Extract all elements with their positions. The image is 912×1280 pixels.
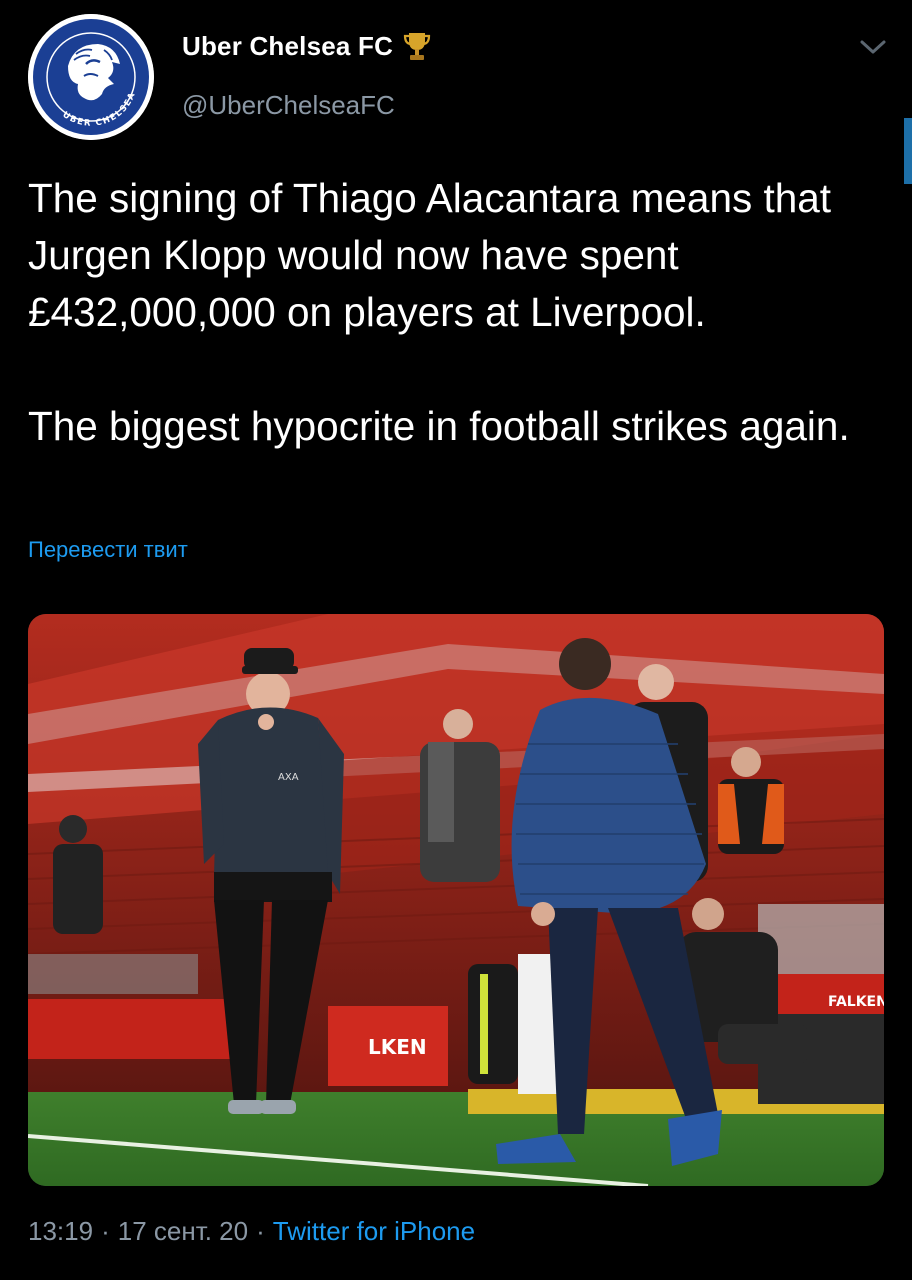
tweet-media-photo[interactable]: LKEN FALKEN AXA: [28, 614, 884, 1186]
tweet-time: 13:19: [28, 1216, 94, 1246]
user-handle[interactable]: @UberChelseaFC: [182, 90, 395, 121]
tweet-meta: 13:19 · 17 сент. 20 · Twitter for iPhone: [28, 1216, 475, 1247]
author-name-row[interactable]: Uber Chelsea FC: [182, 30, 431, 62]
scrollbar[interactable]: [904, 118, 912, 184]
board-text: FALKEN: [828, 994, 884, 1010]
shirt-sponsor-text: AXA: [278, 772, 299, 783]
meta-separator: ·: [256, 1216, 265, 1246]
tweet-paragraph: The signing of Thiago Alacantara means t…: [28, 175, 832, 335]
tweet-text: The signing of Thiago Alacantara means t…: [28, 170, 888, 455]
tweet-source-link[interactable]: Twitter for iPhone: [273, 1216, 475, 1247]
chevron-down-icon[interactable]: [858, 36, 888, 58]
meta-separator: ·: [101, 1216, 110, 1246]
tweet-paragraph: The biggest hypocrite in football strike…: [28, 403, 850, 449]
board-text: LKEN: [368, 1035, 427, 1059]
tweet-date: 17 сент. 20: [117, 1216, 249, 1246]
display-name[interactable]: Uber Chelsea FC: [182, 31, 393, 62]
avatar[interactable]: UBER CHELSEA FC: [28, 14, 154, 140]
translate-tweet-link[interactable]: Перевести твит: [28, 537, 188, 563]
trophy-icon: [403, 30, 431, 62]
